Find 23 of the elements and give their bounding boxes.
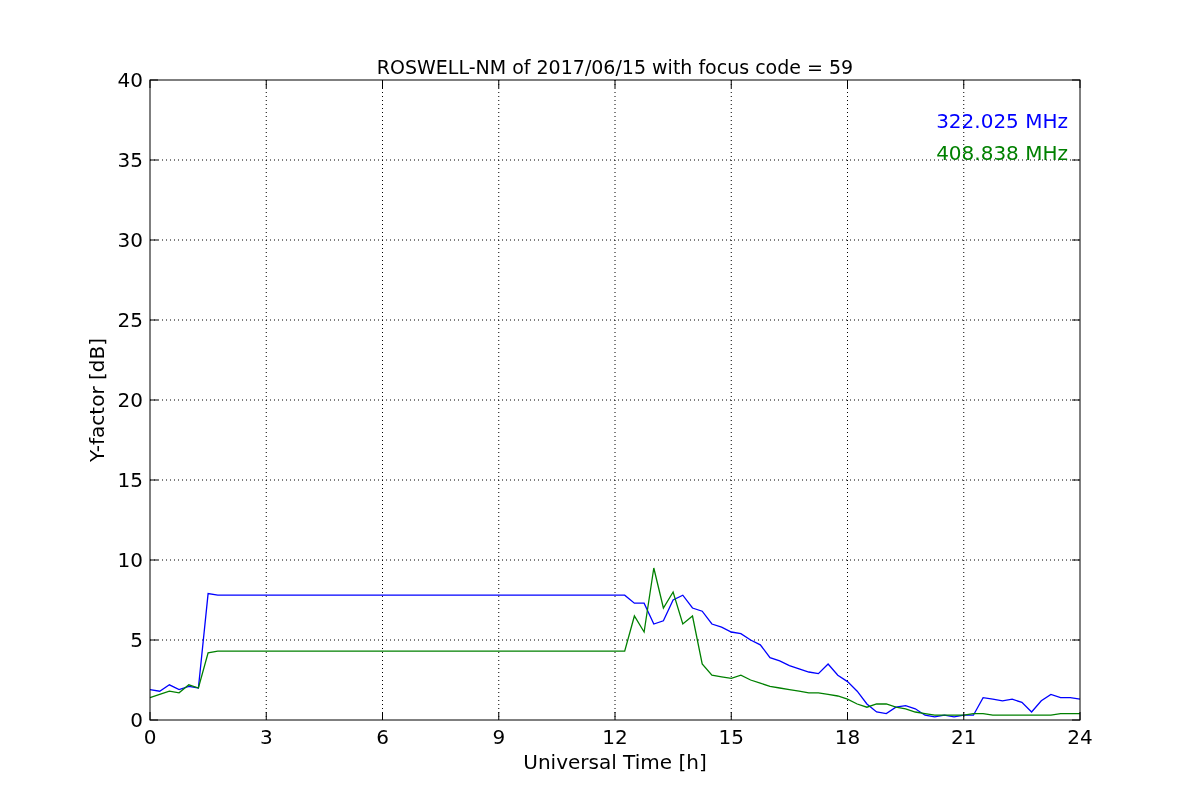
- x-tick-label: 21: [951, 725, 977, 749]
- y-axis-label: Y-factor [dB]: [85, 338, 109, 462]
- y-tick-label: 10: [117, 548, 143, 572]
- legend-label: 322.025 MHz: [936, 109, 1068, 133]
- x-tick-label: 9: [492, 725, 506, 749]
- x-tick-label: 18: [834, 725, 861, 749]
- y-tick-label: 40: [117, 68, 143, 92]
- x-tick-label: 0: [143, 725, 157, 749]
- x-tick-label: 12: [602, 725, 628, 749]
- y-tick-label: 25: [117, 308, 143, 332]
- legend-label: 408.838 MHz: [936, 141, 1068, 165]
- x-tick-label: 15: [718, 725, 744, 749]
- x-tick-label: 24: [1067, 725, 1093, 749]
- y-tick-label: 0: [130, 708, 143, 732]
- y-tick-label: 35: [117, 148, 143, 172]
- x-tick-label: 6: [376, 725, 389, 749]
- chart-title: ROSWELL-NM of 2017/06/15 with focus code = 59: [376, 56, 854, 78]
- x-tick-label: 3: [259, 725, 273, 749]
- y-tick-label: 5: [130, 628, 143, 652]
- y-tick-label: 30: [117, 228, 143, 252]
- x-axis-label: Universal Time [h]: [523, 750, 707, 774]
- y-tick-label: 20: [117, 388, 143, 412]
- y-tick-label: 15: [117, 468, 143, 492]
